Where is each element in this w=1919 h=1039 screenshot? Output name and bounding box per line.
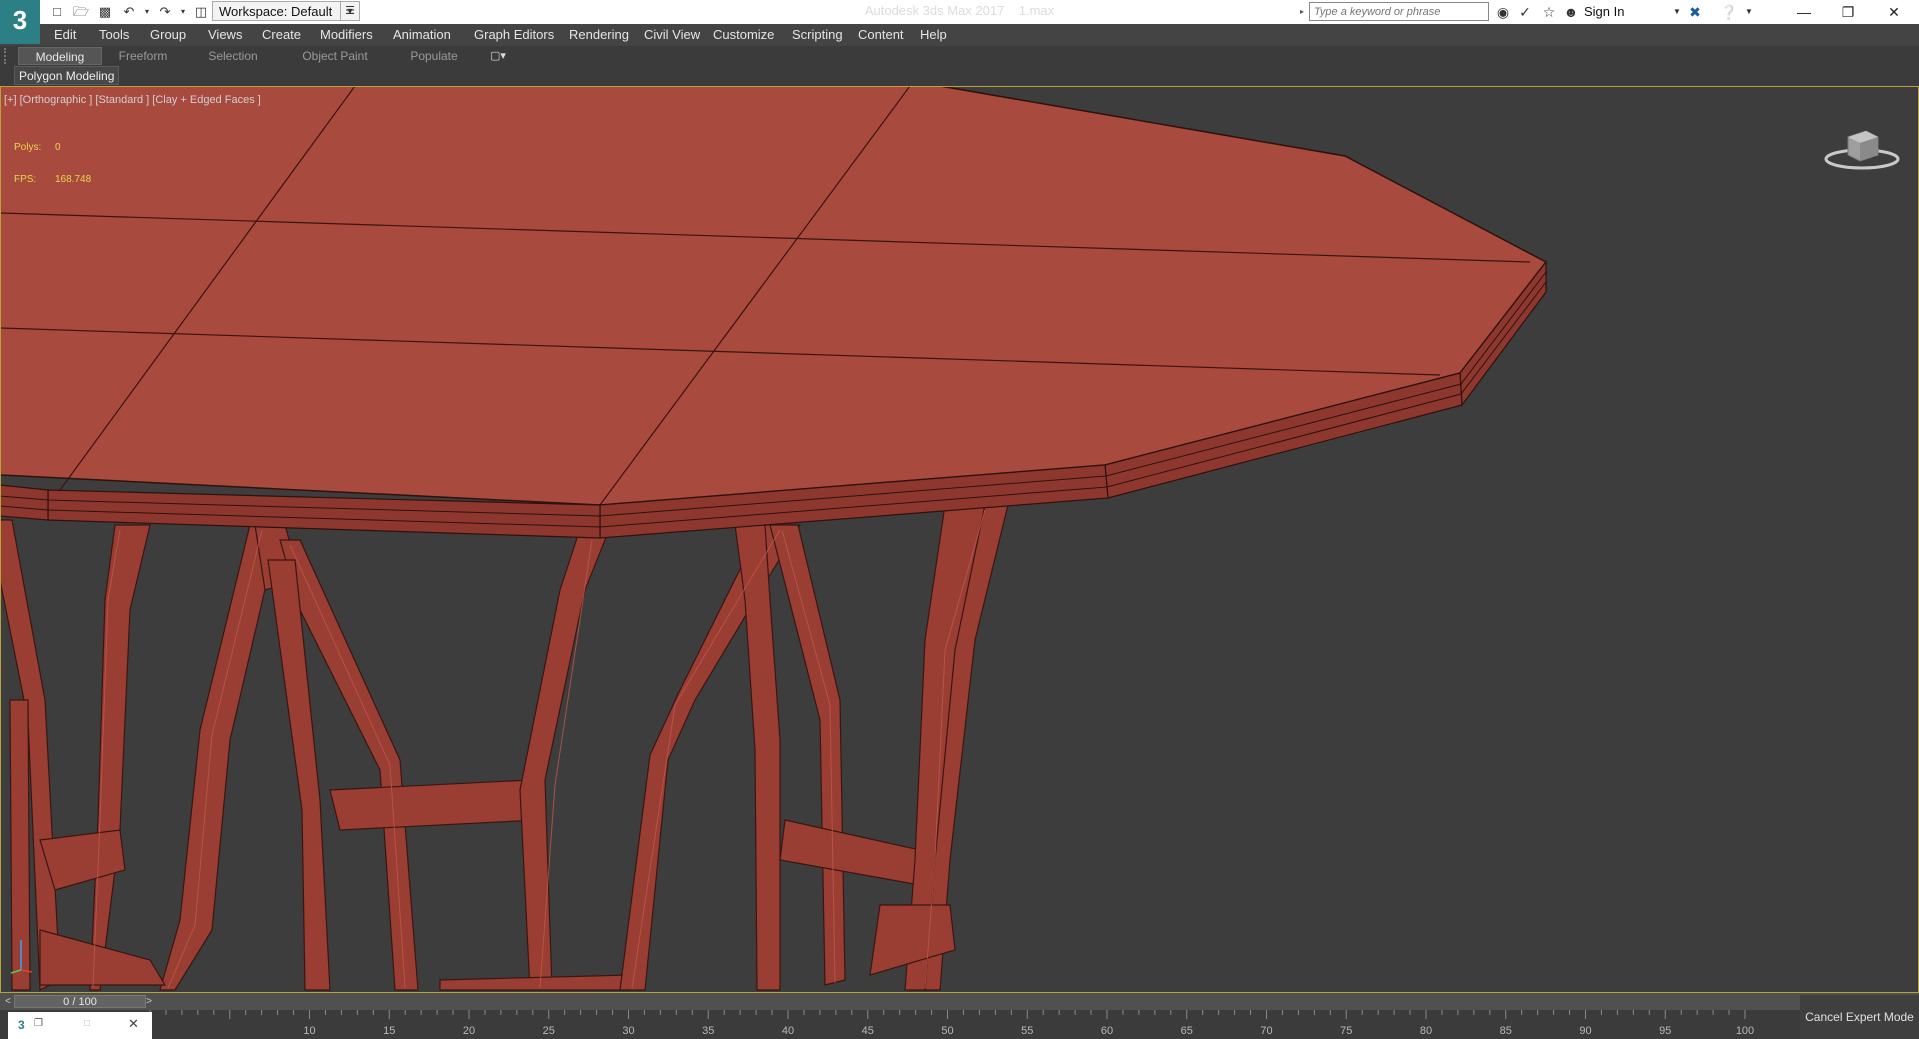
ruler-tick-label: 20 — [462, 1025, 476, 1037]
maxscript-listener-area[interactable]: 3 ❐ □ ✕ — [8, 1012, 152, 1039]
app-logo-icon[interactable]: 3 — [0, 0, 40, 44]
ruler-tick-label: 60 — [1100, 1025, 1114, 1037]
ruler-tick-label: 90 — [1579, 1025, 1592, 1037]
ruler-tick-label: 55 — [1021, 1025, 1034, 1037]
menu-rendering[interactable]: Rendering — [569, 24, 629, 46]
tab-modeling[interactable]: Modeling — [18, 47, 102, 65]
save-icon[interactable]: ▩ — [96, 3, 114, 21]
ribbon-grip[interactable] — [4, 48, 12, 64]
tab-populate[interactable]: Populate — [398, 47, 470, 65]
search-expand-icon[interactable]: ▸ — [1300, 3, 1308, 21]
menu-civil-view[interactable]: Civil View — [644, 24, 700, 46]
table-model — [1, 87, 1548, 991]
minimize-icon[interactable]: — — [1782, 0, 1826, 24]
search-input[interactable] — [1309, 2, 1489, 21]
ruler-tick-label: 85 — [1499, 1025, 1512, 1037]
redo-icon[interactable]: ↷ — [156, 3, 174, 21]
project-folder-icon[interactable]: ◫ — [192, 3, 210, 21]
ruler-tick-label: 40 — [781, 1025, 795, 1037]
ruler-tick-label: 45 — [861, 1025, 874, 1037]
ribbon-options-icon[interactable]: ▢▾ — [490, 48, 516, 64]
redo-dropdown-icon[interactable]: ▾ — [174, 3, 192, 21]
ribbon-tab-bar — [0, 46, 1919, 66]
viewport[interactable] — [0, 86, 1919, 993]
timeline-bar — [0, 993, 1919, 1010]
viewport-label[interactable]: [+] [Orthographic ] [Standard ] [Clay + … — [4, 94, 261, 106]
undo-icon[interactable]: ↶ — [120, 3, 138, 21]
ruler-tick-label: 75 — [1340, 1025, 1353, 1037]
open-file-icon[interactable]: 🗁 — [72, 3, 90, 21]
timeline-next-icon[interactable]: > — [143, 994, 155, 1009]
ribbon-panel-bar — [0, 66, 1919, 86]
app-small-icon[interactable]: 3 — [18, 1018, 25, 1032]
help-icon[interactable]: ❔ — [1720, 3, 1738, 21]
menu-content[interactable]: Content — [858, 24, 904, 46]
communication-icon[interactable]: ✓ — [1516, 3, 1534, 21]
close-icon[interactable]: ✕ — [1872, 0, 1916, 24]
polys-label: Polys: — [14, 142, 42, 153]
exchange-icon[interactable]: ✖ — [1686, 3, 1704, 21]
ruler-tick-label: 65 — [1180, 1025, 1193, 1037]
help-dropdown-icon[interactable]: ▼ — [1740, 3, 1758, 21]
tab-selection[interactable]: Selection — [198, 47, 268, 65]
ruler-tick-label: 15 — [383, 1025, 396, 1037]
menu-animation[interactable]: Animation — [393, 24, 451, 46]
menu-modifiers[interactable]: Modifiers — [320, 24, 373, 46]
ruler-tick-label: 30 — [622, 1025, 635, 1037]
ruler-tick-label: 100 — [1735, 1025, 1755, 1037]
workspace-menu-icon[interactable]: ☰ — [340, 1, 359, 21]
menu-customize[interactable]: Customize — [713, 24, 774, 46]
viewcube-icon[interactable] — [1824, 123, 1900, 171]
restore-icon[interactable]: ❐ — [1826, 0, 1870, 24]
workspace-select[interactable]: Workspace: Default — [212, 1, 360, 21]
polygon-modeling-panel[interactable]: Polygon Modeling — [14, 66, 120, 85]
menu-create[interactable]: Create — [262, 24, 301, 46]
fps-value: 168.748 — [55, 174, 92, 185]
menu-edit[interactable]: Edit — [54, 24, 76, 46]
cancel-expert-mode-button[interactable]: Cancel Expert Mode — [1800, 995, 1919, 1039]
restore-small-icon[interactable]: ❐ — [34, 1018, 43, 1029]
ruler-tick-label: 80 — [1419, 1025, 1433, 1037]
new-file-icon[interactable]: □ — [48, 3, 66, 21]
sign-in-button[interactable]: Sign In — [1584, 3, 1624, 21]
menu-help[interactable]: Help — [920, 24, 947, 46]
polys-value: 0 — [55, 142, 61, 153]
close-small-icon[interactable]: ✕ — [128, 1016, 139, 1032]
tab-object-paint[interactable]: Object Paint — [292, 47, 378, 65]
menu-scripting[interactable]: Scripting — [792, 24, 843, 46]
ruler-tick-label: 10 — [303, 1025, 316, 1037]
star-icon[interactable]: ☆ — [1540, 3, 1558, 21]
undo-dropdown-icon[interactable]: ▾ — [138, 3, 156, 21]
sign-in-dropdown-icon[interactable]: ▼ — [1668, 3, 1686, 21]
time-slider[interactable]: 0 / 100 — [14, 995, 146, 1008]
ruler-tick-label: 25 — [542, 1025, 555, 1037]
menu-tools[interactable]: Tools — [99, 24, 129, 46]
ruler-tick-label: 95 — [1659, 1025, 1672, 1037]
maximize-small-icon[interactable]: □ — [84, 1018, 90, 1029]
menu-graph-editors[interactable]: Graph Editors — [474, 24, 554, 46]
timeline-prev-icon[interactable]: < — [2, 994, 14, 1009]
ruler-tick-label: 70 — [1260, 1025, 1273, 1037]
binoculars-icon[interactable]: ◉ — [1494, 3, 1512, 21]
ruler-tick-label: 50 — [941, 1025, 954, 1037]
axis-tripod-icon — [10, 940, 33, 974]
menu-views[interactable]: Views — [208, 24, 242, 46]
ruler-tick-label: 35 — [702, 1025, 715, 1037]
tab-freeform[interactable]: Freeform — [108, 47, 178, 65]
user-icon[interactable]: ☻ — [1562, 3, 1580, 21]
fps-label: FPS: — [14, 174, 37, 185]
menu-group[interactable]: Group — [150, 24, 186, 46]
